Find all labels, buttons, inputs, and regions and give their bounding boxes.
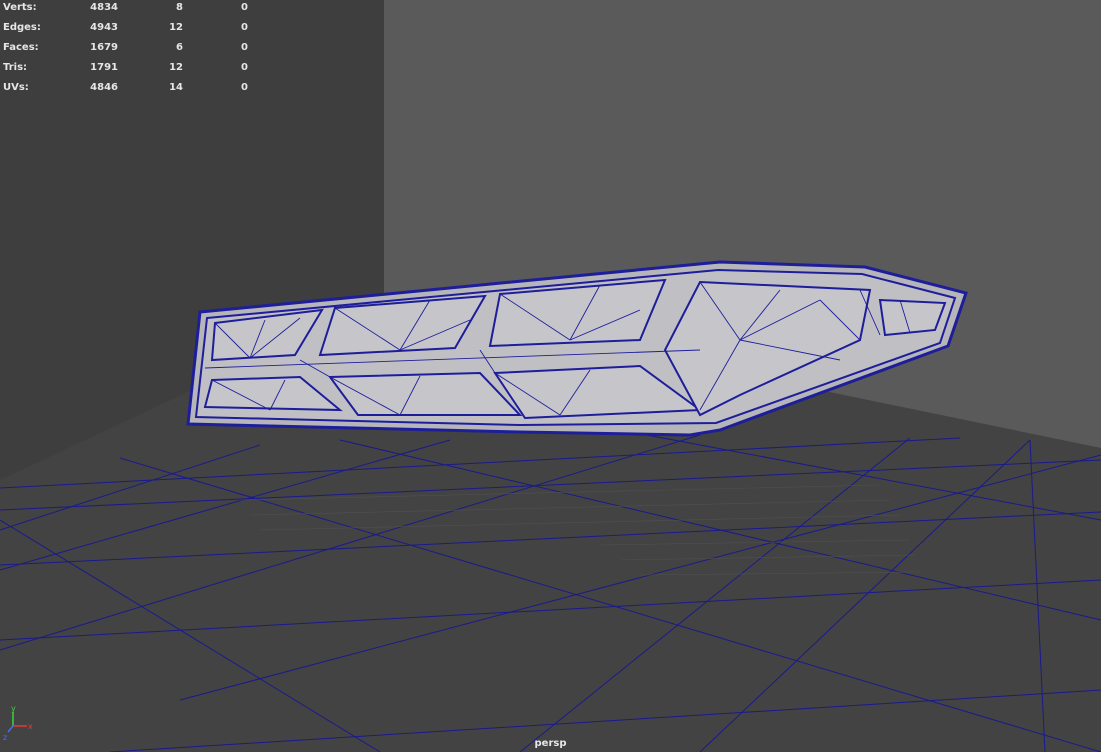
hud-uv-shells: 0 (241, 42, 248, 53)
scene-canvas[interactable]: y x z (0, 0, 1101, 752)
panel-8 (878, 298, 947, 337)
hud-uv-shells: 0 (241, 82, 248, 93)
hud-uv-shells: 0 (241, 62, 248, 73)
viewport-persp[interactable]: y x z Verts: 4834 8 0 Edges: 4943 12 0 F… (0, 0, 1101, 752)
hud-uv-shells: 0 (241, 22, 248, 33)
axis-z-label: z (3, 733, 7, 742)
axis-y-label: y (11, 704, 16, 713)
axis-x-label: x (28, 722, 33, 731)
hud-uv-shells: 0 (241, 2, 248, 13)
